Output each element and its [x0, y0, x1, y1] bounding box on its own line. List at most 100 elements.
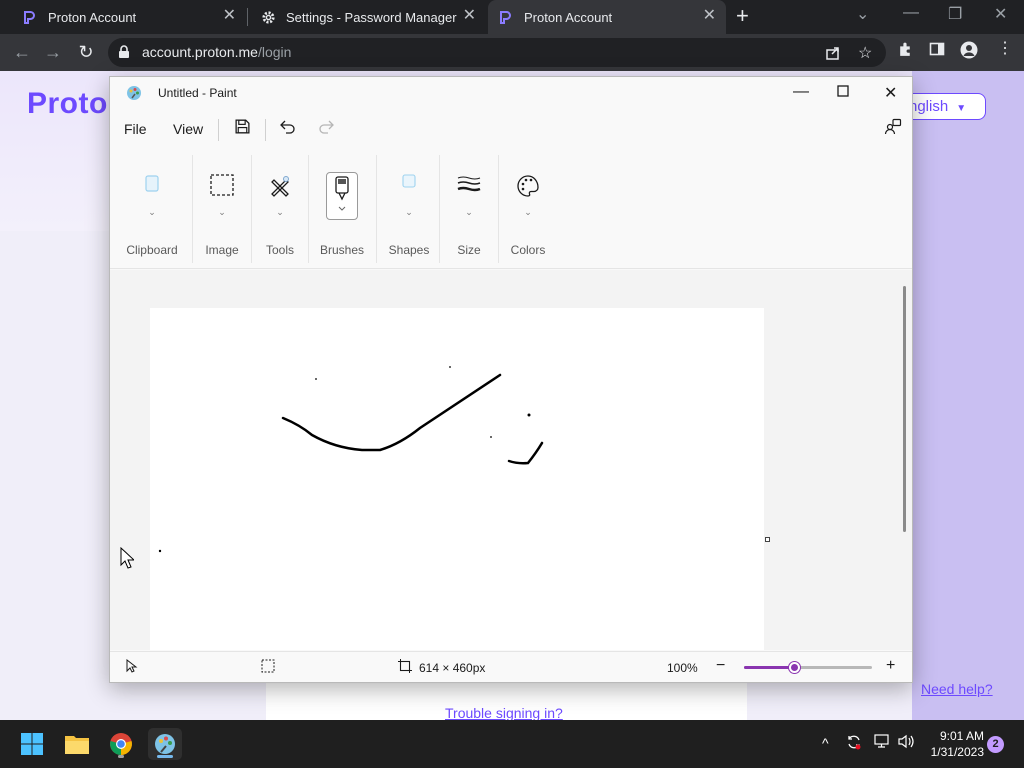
- palette-icon: [516, 174, 540, 203]
- share-people-icon[interactable]: [884, 118, 902, 140]
- vertical-scrollbar[interactable]: [903, 286, 906, 532]
- kebab-menu-icon[interactable]: ⋮: [997, 38, 1013, 58]
- gear-icon: [260, 9, 276, 25]
- start-windows-icon[interactable]: [16, 728, 48, 760]
- canvas-resize-handle[interactable]: [765, 537, 770, 542]
- ribbon-group-shapes[interactable]: ⌄ Shapes: [378, 151, 440, 269]
- ribbon-group-colors[interactable]: ⌄ Colors: [500, 151, 556, 269]
- running-indicator: [118, 755, 124, 758]
- ribbon-group-image[interactable]: ⌄ Image: [194, 151, 250, 269]
- chevron-down-icon: ⌄: [524, 207, 532, 217]
- minimize-icon[interactable]: —: [903, 4, 919, 22]
- paint-taskbar-icon[interactable]: [148, 728, 182, 760]
- tab-title: Settings - Password Manager: [286, 9, 457, 25]
- chevron-down-icon: ⌄: [405, 207, 413, 217]
- right-decoration: [912, 71, 1024, 720]
- zoom-percent[interactable]: 100%: [667, 661, 698, 675]
- save-icon[interactable]: [234, 118, 251, 140]
- share-icon[interactable]: [825, 45, 841, 66]
- proton-icon: [22, 9, 38, 25]
- url-text: account.proton.me/login: [142, 44, 292, 60]
- ribbon-label-size: Size: [457, 243, 481, 257]
- ribbon-divider: [376, 155, 377, 263]
- trouble-signing-in-link[interactable]: Trouble signing in?: [445, 705, 563, 720]
- select-rectangle-icon: [210, 174, 234, 201]
- ribbon-group-brushes[interactable]: Brushes: [312, 151, 372, 269]
- chrome-icon[interactable]: [105, 728, 137, 760]
- restore-icon[interactable]: ❐: [948, 4, 962, 24]
- paint-minimize-icon[interactable]: —: [793, 83, 809, 101]
- menu-divider: [265, 119, 266, 141]
- side-panel-icon[interactable]: [929, 41, 945, 62]
- lock-icon[interactable]: [118, 45, 130, 64]
- browser-toolbar: ← → ↻ account.proton.me/login ☆ ⋮: [0, 34, 1024, 71]
- tab-settings-password-manager[interactable]: Settings - Password Manager ✕: [250, 0, 486, 34]
- zoom-in-icon[interactable]: +: [886, 657, 895, 675]
- system-clock[interactable]: 9:01 AM 1/31/2023: [924, 728, 984, 760]
- selection-size-icon: [261, 659, 275, 676]
- active-indicator: [157, 755, 173, 758]
- ribbon-label-shapes: Shapes: [388, 243, 430, 257]
- close-icon[interactable]: ✕: [463, 8, 476, 24]
- drawing-strokes: [158, 366, 544, 553]
- new-tab-button[interactable]: +: [736, 4, 749, 28]
- sync-icon[interactable]: [846, 734, 862, 753]
- close-window-icon[interactable]: ✕: [994, 4, 1007, 24]
- bookmark-star-icon[interactable]: ☆: [858, 43, 872, 63]
- tab-divider: [247, 8, 248, 26]
- back-arrow-icon[interactable]: ←: [11, 41, 33, 63]
- canvas-workspace: [110, 270, 912, 650]
- undo-icon[interactable]: [278, 118, 296, 139]
- extensions-puzzle-icon[interactable]: [897, 41, 914, 63]
- ribbon-divider: [308, 155, 309, 263]
- proton-icon: [498, 9, 514, 25]
- ribbon-label-colors: Colors: [510, 243, 546, 257]
- menu-divider: [218, 119, 219, 141]
- network-icon[interactable]: [873, 734, 890, 752]
- clock-time: 9:01 AM: [939, 729, 984, 743]
- brush-icon: [326, 172, 358, 220]
- forward-arrow-icon[interactable]: →: [42, 41, 64, 63]
- volume-icon[interactable]: [898, 734, 915, 752]
- paint-app-icon: [126, 85, 142, 106]
- paint-close-icon[interactable]: ✕: [884, 83, 897, 103]
- ribbon-label-image: Image: [205, 243, 239, 257]
- show-hidden-icons-chevron-icon[interactable]: ^: [822, 735, 829, 751]
- menu-file[interactable]: File: [124, 121, 147, 137]
- ribbon-divider: [498, 155, 499, 263]
- ribbon-label-brushes: Brushes: [319, 243, 365, 257]
- close-icon[interactable]: ✕: [703, 8, 716, 24]
- shapes-icon: [402, 174, 416, 193]
- zoom-out-icon[interactable]: −: [716, 657, 725, 675]
- paint-menu-bar: File View: [110, 109, 912, 149]
- zoom-slider[interactable]: [744, 662, 872, 673]
- notification-badge[interactable]: 2: [987, 736, 1004, 753]
- mouse-pointer-icon: [120, 546, 136, 574]
- menu-view[interactable]: View: [173, 121, 203, 137]
- browser-tab-strip: Proton Account ✕ Settings - Password Man…: [0, 0, 1024, 34]
- line-size-icon: [457, 174, 481, 199]
- tab-proton-account-2[interactable]: Proton Account ✕: [488, 0, 726, 34]
- reload-icon[interactable]: ↻: [75, 41, 97, 63]
- chevron-down-icon: ⌄: [465, 207, 473, 217]
- profile-avatar-icon[interactable]: [960, 41, 978, 64]
- address-bar[interactable]: account.proton.me/login ☆: [108, 38, 886, 67]
- file-explorer-icon[interactable]: [61, 728, 93, 760]
- paint-ribbon: ⌄ Clipboard ⌄ Image ⌄ Tools Brushes ⌄ Sh…: [110, 151, 912, 269]
- drawing-canvas[interactable]: [150, 308, 764, 650]
- ribbon-group-clipboard[interactable]: ⌄ Clipboard: [118, 151, 186, 269]
- tab-search-chevron-icon[interactable]: ⌄: [856, 4, 869, 24]
- need-help-link[interactable]: Need help?: [921, 681, 993, 697]
- ribbon-group-size[interactable]: ⌄ Size: [440, 151, 498, 269]
- canvas-size-icon: [398, 659, 412, 676]
- redo-icon[interactable]: [318, 118, 336, 139]
- ribbon-label-clipboard: Clipboard: [126, 243, 178, 257]
- paint-title-bar: Untitled - Paint — ✕: [110, 77, 912, 109]
- chevron-down-icon: ⌄: [276, 207, 284, 217]
- close-icon[interactable]: ✕: [223, 8, 236, 24]
- paint-maximize-icon[interactable]: [837, 83, 849, 102]
- chevron-down-icon: ⌄: [218, 207, 226, 217]
- zoom-slider-thumb[interactable]: [789, 662, 800, 673]
- ribbon-group-tools[interactable]: ⌄ Tools: [252, 151, 308, 269]
- tab-proton-account-1[interactable]: Proton Account ✕: [14, 0, 246, 34]
